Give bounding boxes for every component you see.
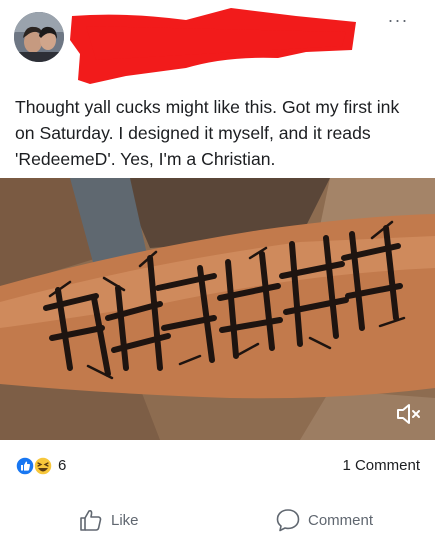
like-button[interactable]: Like [78, 500, 139, 540]
redaction-scribble [66, 6, 360, 88]
tattoo-photo [0, 178, 435, 440]
post-photo[interactable] [0, 178, 435, 440]
mute-icon[interactable] [395, 402, 423, 426]
comment-icon [276, 509, 300, 532]
reaction-icons[interactable] [14, 456, 54, 476]
thumbs-up-icon [80, 510, 102, 531]
post-text: Thought yall cucks might like this. Got … [15, 97, 400, 169]
avatar[interactable] [14, 12, 64, 62]
more-options-button[interactable]: ··· [383, 10, 413, 30]
comment-count[interactable]: 1 Comment [342, 457, 420, 474]
comment-button[interactable]: Comment [275, 500, 373, 540]
like-label: Like [111, 511, 139, 529]
reaction-count[interactable]: 6 [58, 457, 66, 474]
comment-label: Comment [308, 511, 374, 529]
post-actions: Like Comment [0, 500, 435, 540]
reactions-bar: 6 1 Comment [0, 452, 435, 480]
post-header: ··· [0, 0, 435, 84]
like-icon [15, 456, 35, 476]
haha-icon [33, 456, 53, 476]
